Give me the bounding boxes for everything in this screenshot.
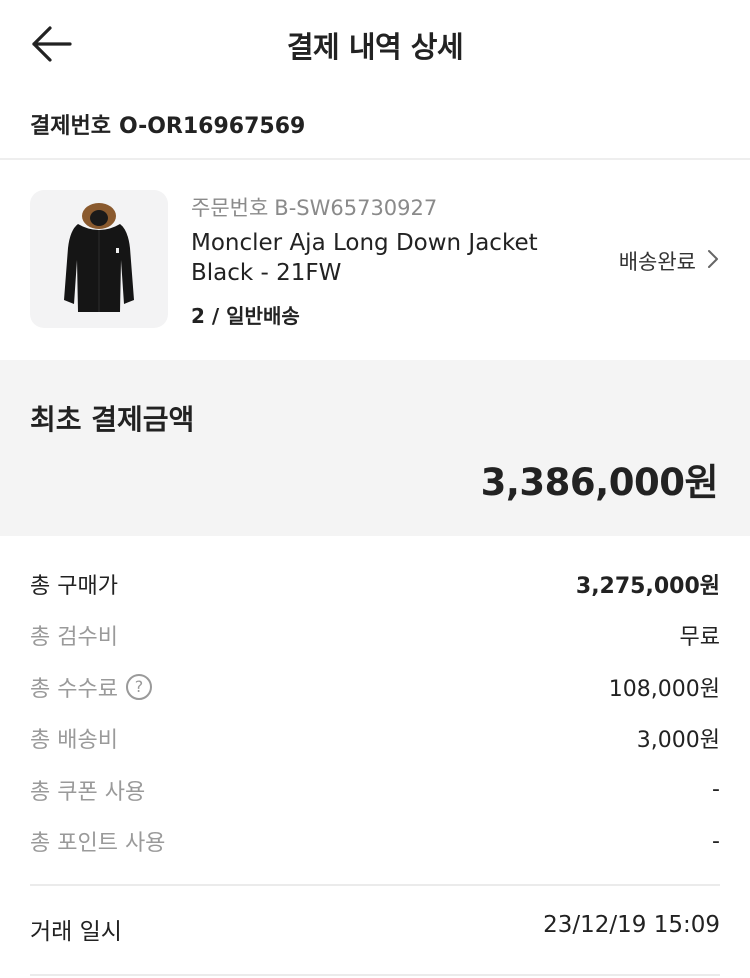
- breakdown-value: 3,000원: [636, 728, 720, 754]
- breakdown-label: 총 쿠폰 사용: [30, 779, 146, 805]
- delivery-status-label: 배송완료: [618, 250, 696, 274]
- breakdown-row-coupon: 총 쿠폰 사용 -: [30, 764, 720, 816]
- page-title: 결제 내역 상세: [286, 30, 464, 64]
- trade-datetime-row: 거래 일시 23/12/19 15:09: [30, 912, 720, 946]
- breakdown-label: 총 구매가: [30, 573, 118, 599]
- initial-payment-label: 최초 결제금액: [30, 403, 195, 436]
- payment-breakdown: 총 구매가 3,275,000원 총 검수비 무료 총 수수료 ? 108,00…: [30, 558, 720, 867]
- payment-number: 결제번호 O-OR16967569: [30, 108, 305, 140]
- breakdown-row-fee: 총 수수료 ? 108,000원: [30, 661, 720, 713]
- product-name: Moncler Aja Long Down Jacket Black - 21F…: [191, 230, 538, 286]
- product-image: [30, 190, 168, 328]
- order-number: 주문번호 B-SW65730927: [191, 192, 437, 222]
- order-number-label: 주문번호: [191, 196, 269, 220]
- breakdown-label: 총 검수비: [30, 625, 118, 651]
- trade-datetime-label: 거래 일시: [30, 919, 122, 945]
- divider: [0, 158, 750, 160]
- breakdown-label-wrap: 총 수수료 ?: [30, 671, 152, 703]
- initial-payment-panel: 최초 결제금액 3,386,000원: [0, 360, 750, 536]
- breakdown-value: -: [712, 828, 720, 854]
- breakdown-value: 무료: [679, 625, 720, 651]
- top-bar: 결제 내역 상세: [0, 0, 750, 88]
- breakdown-row-inspection: 총 검수비 무료: [30, 610, 720, 662]
- initial-payment-amount: 3,386,000원: [480, 461, 719, 504]
- payment-number-value: O-OR16967569: [118, 114, 306, 139]
- breakdown-value: 3,275,000원: [575, 573, 720, 599]
- delivery-status[interactable]: 배송완료: [619, 246, 720, 276]
- order-number-value: B-SW65730927: [274, 196, 438, 220]
- product-size-option: 2 / 일반배송: [191, 304, 300, 328]
- divider: [30, 884, 720, 886]
- breakdown-value: -: [712, 777, 720, 803]
- help-icon[interactable]: ?: [125, 673, 152, 700]
- breakdown-label: 총 포인트 사용: [30, 831, 166, 857]
- breakdown-row-shipping: 총 배송비 3,000원: [30, 713, 720, 765]
- breakdown-row-purchase: 총 구매가 3,275,000원: [30, 558, 720, 610]
- trade-datetime-value: 23/12/19 15:09: [543, 912, 720, 938]
- breakdown-label: 총 배송비: [30, 728, 118, 754]
- chevron-right-icon: [706, 248, 720, 275]
- breakdown-row-point: 총 포인트 사용 -: [30, 816, 720, 868]
- product-order-card[interactable]: 주문번호 B-SW65730927 Moncler Aja Long Down J…: [0, 162, 750, 358]
- divider: [30, 974, 720, 976]
- breakdown-value: 108,000원: [608, 676, 720, 702]
- payment-number-label: 결제번호: [30, 114, 111, 139]
- breakdown-label: 총 수수료: [30, 676, 118, 702]
- jacket-icon: [64, 203, 134, 312]
